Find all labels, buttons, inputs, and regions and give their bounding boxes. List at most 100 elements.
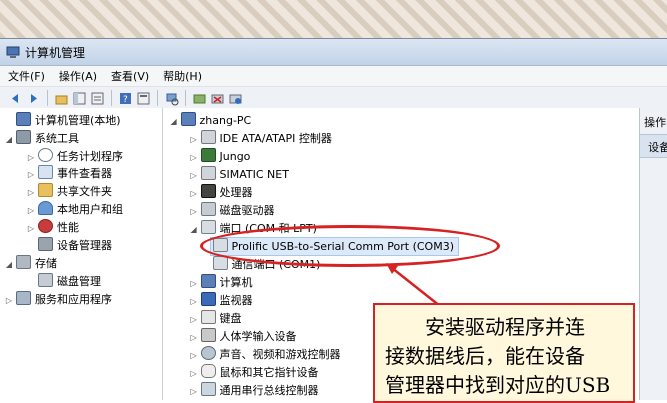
show-tree-icon[interactable] [72, 91, 87, 106]
computer-icon [200, 274, 216, 288]
back-icon[interactable] [8, 91, 23, 106]
actions-item-row[interactable]: 设备 [640, 134, 667, 158]
device-category-hid[interactable]: ▷ 人体学输入设备 [189, 328, 297, 345]
svg-text:?: ? [123, 95, 128, 105]
expand-triangle-icon[interactable]: ▷ [189, 131, 199, 148]
users-icon [38, 201, 53, 215]
disable-device-icon[interactable] [228, 91, 243, 106]
expand-triangle-icon[interactable]: ▷ [189, 347, 199, 364]
expand-triangle-icon[interactable]: ▷ [26, 149, 36, 166]
storage-icon [16, 255, 31, 269]
title-bar: 计算机管理 [0, 39, 667, 66]
expand-triangle-icon[interactable]: ▷ [189, 275, 199, 292]
expand-triangle-icon[interactable]: ▷ [26, 184, 36, 201]
console-tree: 计算机管理(本地) ◢ 系统工具 ▷ 任务计划程序 ▷ 事件查看器 ▷ 共享文件夹 ▷ 本… [0, 108, 163, 400]
usb-icon [200, 382, 216, 396]
collapse-triangle-icon[interactable]: ◢ [4, 131, 14, 148]
hid-icon [200, 328, 216, 342]
ide-controller-icon [200, 130, 216, 144]
device-category-sound[interactable]: ▷ 声音、视频和游戏控制器 [189, 346, 341, 363]
device-category-mouse[interactable]: ▷ 鼠标和其它指针设备 [189, 364, 319, 381]
expand-triangle-icon[interactable]: ▷ [26, 202, 36, 219]
expand-triangle-icon[interactable]: ▷ [26, 220, 36, 237]
clock-icon [38, 148, 53, 162]
tree-item-task-scheduler[interactable]: ▷ 任务计划程序 [26, 148, 123, 165]
device-category-usb[interactable]: ▷ 通用串行总线控制器 [189, 382, 319, 399]
device-manager-icon [38, 237, 53, 251]
menu-action[interactable]: 操作(A) [59, 68, 97, 84]
actions-header: 操作 [644, 116, 667, 129]
toolbar-separator [47, 90, 48, 106]
actions-pane: 操作 设备 [639, 108, 667, 400]
tree-item-system-tools[interactable]: ◢ 系统工具 [4, 130, 79, 147]
tree-item-shared-folders[interactable]: ▷ 共享文件夹 [26, 183, 112, 200]
disk-icon [38, 273, 53, 287]
expand-triangle-icon[interactable]: ▷ [4, 292, 14, 309]
device-category-computer[interactable]: ▷ 计算机 [189, 274, 253, 291]
callout-annotation: 安装驱动程序并连 接数据线后，能在设备 管理器中找到对应的USB [373, 303, 635, 403]
tree-item-performance[interactable]: ▷ 性能 [26, 219, 79, 236]
menu-help[interactable]: 帮助(H) [163, 68, 202, 84]
toolbar: ? [0, 87, 667, 110]
menu-view[interactable]: 查看(V) [111, 68, 149, 84]
services-icon [16, 291, 31, 305]
window-title: 计算机管理 [25, 45, 86, 60]
background-pattern [0, 0, 667, 40]
expand-triangle-icon[interactable]: ▷ [189, 185, 199, 202]
expand-triangle-icon[interactable]: ▷ [189, 293, 199, 310]
scan-hardware-icon[interactable] [164, 91, 179, 106]
folder-icon [38, 183, 53, 197]
update-driver-icon[interactable] [192, 91, 207, 106]
network-icon [200, 166, 216, 180]
device-category-jungo[interactable]: ▷ Jungo [189, 148, 250, 166]
jungo-icon [200, 148, 216, 162]
menu-file[interactable]: 文件(F) [8, 68, 45, 84]
sound-icon [200, 346, 216, 360]
collapse-triangle-icon[interactable]: ◢ [4, 256, 14, 273]
keyboard-icon [200, 310, 216, 324]
processor-icon [200, 184, 216, 198]
device-category-disk-drives[interactable]: ▷ 磁盘驱动器 [189, 202, 275, 219]
list-view-icon[interactable] [90, 91, 105, 106]
device-category-monitors[interactable]: ▷ 监视器 [189, 292, 253, 309]
up-folder-icon[interactable] [54, 91, 69, 106]
expand-triangle-icon[interactable]: ▷ [189, 329, 199, 346]
device-category-processor[interactable]: ▷ 处理器 [189, 184, 253, 201]
port-icon [212, 256, 228, 270]
expand-triangle-icon[interactable]: ▷ [189, 365, 199, 382]
forward-icon[interactable] [26, 91, 41, 106]
expand-triangle-icon[interactable]: ▷ [26, 166, 36, 183]
toolbar-separator [157, 90, 158, 106]
help-icon[interactable]: ? [118, 91, 133, 106]
device-root[interactable]: ◢ zhang-PC [169, 112, 251, 130]
tree-item-computer-management[interactable]: 计算机管理(本地) [4, 112, 121, 129]
tree-item-services-apps[interactable]: ▷ 服务和应用程序 [4, 291, 112, 308]
device-category-keyboards[interactable]: ▷ 键盘 [189, 310, 242, 327]
callout-line-3: 管理器中找到对应的USB [385, 373, 611, 397]
expand-triangle-icon[interactable]: ▷ [189, 203, 199, 220]
properties-icon[interactable] [136, 91, 151, 106]
port-icon [200, 220, 216, 234]
mouse-icon [200, 364, 216, 378]
device-category-simatic[interactable]: ▷ SIMATIC NET [189, 166, 289, 183]
callout-line-1: 安装驱动程序并连 [425, 315, 585, 339]
expand-triangle-icon[interactable]: ▷ [189, 383, 199, 400]
collapse-triangle-icon[interactable]: ◢ [169, 113, 179, 130]
tree-item-device-manager[interactable]: 设备管理器 [26, 237, 112, 254]
device-category-ide[interactable]: ▷ IDE ATA/ATAPI 控制器 [189, 130, 332, 147]
tree-item-disk-management[interactable]: 磁盘管理 [26, 273, 101, 290]
tree-item-event-viewer[interactable]: ▷ 事件查看器 [26, 165, 112, 182]
expand-triangle-icon[interactable]: ▷ [189, 149, 199, 166]
uninstall-icon[interactable] [210, 91, 225, 106]
tree-item-local-users[interactable]: ▷ 本地用户和组 [26, 201, 123, 218]
monitor-icon [200, 292, 216, 306]
computer-icon [180, 112, 196, 126]
performance-icon [38, 219, 53, 233]
tree-item-storage[interactable]: ◢ 存储 [4, 255, 57, 272]
collapse-triangle-icon[interactable]: ◢ [189, 221, 199, 238]
expand-triangle-icon[interactable]: ▷ [189, 167, 199, 184]
toolbar-separator [185, 90, 186, 106]
expand-triangle-icon[interactable]: ▷ [189, 311, 199, 328]
actions-item-label: 设备 [648, 141, 667, 154]
disk-drive-icon [200, 202, 216, 216]
